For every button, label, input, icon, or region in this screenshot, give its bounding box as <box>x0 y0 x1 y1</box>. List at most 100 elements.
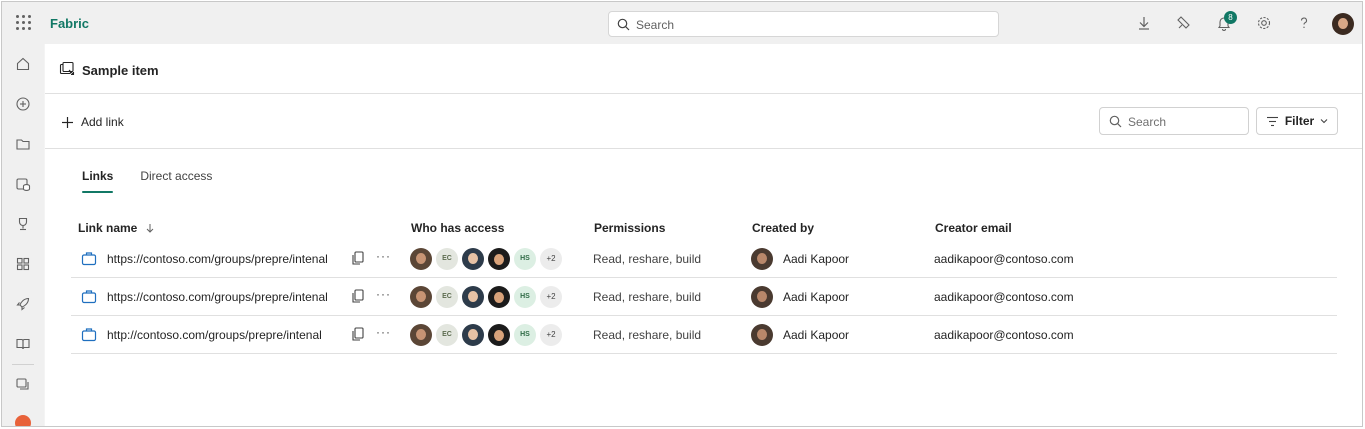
create-icon[interactable] <box>15 96 31 112</box>
creator-name: Aadi Kapoor <box>783 328 850 342</box>
help-icon[interactable] <box>1295 14 1313 32</box>
avatar-initials: EC <box>436 248 458 270</box>
link-url[interactable]: http://contoso.com/groups/prepre/intenal <box>107 328 343 342</box>
user-avatar[interactable] <box>1332 13 1354 35</box>
column-header-link-name[interactable]: Link name <box>78 221 154 235</box>
rocket-icon[interactable] <box>15 296 31 312</box>
main-content: Sample item Add link Search Filter Links… <box>45 44 1362 426</box>
creator-name: Aadi Kapoor <box>783 290 850 304</box>
links-table: Link name Who has access Permissions Cre… <box>71 214 1337 354</box>
app-window: Fabric Search 8 Sample item Add link Sea… <box>1 1 1363 427</box>
tab-direct-access[interactable]: Direct access <box>140 169 212 193</box>
tab-list: Links Direct access <box>82 169 212 193</box>
app-name[interactable]: Fabric <box>50 16 89 31</box>
search-icon <box>617 18 630 31</box>
app-launcher-icon[interactable] <box>16 15 32 31</box>
avatar <box>462 286 484 308</box>
item-icon <box>59 61 75 76</box>
workspaces-icon[interactable] <box>15 376 31 392</box>
avatar <box>410 248 432 270</box>
permissions-text: Read, reshare, build <box>593 252 702 266</box>
creator: Aadi Kapoor <box>751 248 849 270</box>
learn-icon[interactable] <box>15 336 31 352</box>
avatar-initials: EC <box>436 286 458 308</box>
apps-icon[interactable] <box>15 256 31 272</box>
top-bar: Fabric Search 8 <box>2 2 1362 44</box>
links-search-input[interactable]: Search <box>1099 107 1249 135</box>
feedback-icon[interactable] <box>1175 14 1193 32</box>
download-icon[interactable] <box>1135 14 1153 32</box>
avatar <box>410 324 432 346</box>
filter-label: Filter <box>1284 114 1315 128</box>
permissions-text: Read, reshare, build <box>593 290 702 304</box>
notification-badge: 8 <box>1224 11 1237 24</box>
avatar <box>751 286 773 308</box>
search-placeholder: Search <box>636 18 675 32</box>
table-row[interactable]: https://contoso.com/groups/prepre/intena… <box>71 240 1337 278</box>
data-hub-icon[interactable] <box>15 176 31 192</box>
column-header-created-by[interactable]: Created by <box>752 221 814 235</box>
toolbar: Add link Search Filter <box>45 95 1362 149</box>
link-briefcase-icon <box>81 328 97 342</box>
chevron-down-icon <box>1320 119 1328 124</box>
copy-icon[interactable] <box>352 327 364 341</box>
sort-arrow-icon <box>147 224 154 233</box>
avatar <box>488 286 510 308</box>
avatar <box>488 248 510 270</box>
home-icon[interactable] <box>15 56 31 72</box>
search-placeholder: Search <box>1128 115 1167 129</box>
column-header-creator-email[interactable]: Creator email <box>935 221 1012 235</box>
table-header: Link name Who has access Permissions Cre… <box>71 214 1337 240</box>
avatar-initials: HS <box>514 286 536 308</box>
creator-email: aadikapoor@contoso.com <box>934 252 1074 266</box>
global-search-input[interactable]: Search <box>608 11 999 37</box>
link-url[interactable]: https://contoso.com/groups/prepre/intena… <box>107 290 343 304</box>
avatar <box>488 324 510 346</box>
table-row[interactable]: http://contoso.com/groups/prepre/intenal… <box>71 316 1337 354</box>
avatar-overflow-count[interactable]: +2 <box>540 286 562 308</box>
avatar <box>462 248 484 270</box>
search-icon <box>1109 115 1122 128</box>
column-header-who-has-access[interactable]: Who has access <box>411 221 504 235</box>
access-avatar-group[interactable]: EC HS +2 <box>410 324 562 346</box>
more-options-icon[interactable]: ··· <box>376 325 391 339</box>
plus-icon <box>62 116 73 128</box>
avatar-initials: EC <box>436 324 458 346</box>
creator-email: aadikapoor@contoso.com <box>934 290 1074 304</box>
avatar-overflow-count[interactable]: +2 <box>540 248 562 270</box>
creator: Aadi Kapoor <box>751 324 849 346</box>
left-nav-rail <box>2 44 44 426</box>
tab-links[interactable]: Links <box>82 169 114 193</box>
access-avatar-group[interactable]: EC HS +2 <box>410 248 562 270</box>
avatar <box>410 286 432 308</box>
avatar <box>751 248 773 270</box>
trophy-icon[interactable] <box>15 216 31 232</box>
avatar <box>462 324 484 346</box>
fabric-workload-icon[interactable] <box>15 415 31 426</box>
item-header: Sample item <box>45 44 1362 94</box>
gear-icon[interactable] <box>1255 14 1273 32</box>
folder-icon[interactable] <box>15 136 31 152</box>
add-link-button[interactable]: Add link <box>61 113 124 131</box>
more-options-icon[interactable]: ··· <box>376 249 391 263</box>
link-briefcase-icon <box>81 252 97 266</box>
creator-email: aadikapoor@contoso.com <box>934 328 1074 342</box>
creator-name: Aadi Kapoor <box>783 252 850 266</box>
permissions-text: Read, reshare, build <box>593 328 702 342</box>
link-url[interactable]: https://contoso.com/groups/prepre/intena… <box>107 252 343 266</box>
avatar-initials: HS <box>514 324 536 346</box>
column-label: Link name <box>78 221 138 235</box>
copy-icon[interactable] <box>352 251 364 265</box>
link-briefcase-icon <box>81 290 97 304</box>
creator: Aadi Kapoor <box>751 286 849 308</box>
more-options-icon[interactable]: ··· <box>376 287 391 301</box>
page-title: Sample item <box>82 63 159 78</box>
avatar-initials: HS <box>514 248 536 270</box>
avatar-overflow-count[interactable]: +2 <box>540 324 562 346</box>
avatar <box>751 324 773 346</box>
copy-icon[interactable] <box>352 289 364 303</box>
filter-button[interactable]: Filter <box>1256 107 1338 135</box>
column-header-permissions[interactable]: Permissions <box>594 221 665 235</box>
access-avatar-group[interactable]: EC HS +2 <box>410 286 562 308</box>
table-row[interactable]: https://contoso.com/groups/prepre/intena… <box>71 278 1337 316</box>
